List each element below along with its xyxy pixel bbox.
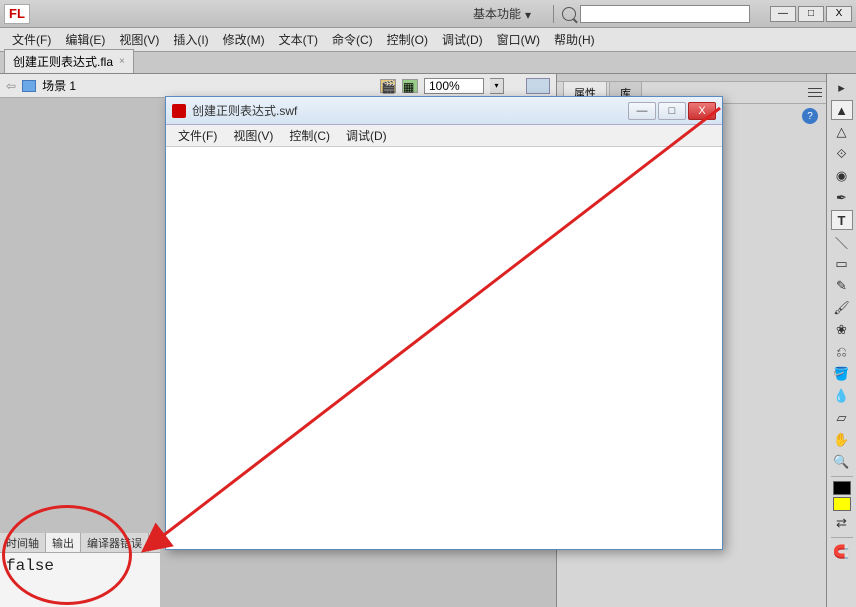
workspace-label: 基本功能 [473, 5, 521, 22]
document-tab[interactable]: 创建正则表达式.fla × [4, 49, 134, 73]
rectangle-tool-icon[interactable]: ▭ [831, 254, 853, 274]
scene-icon [22, 80, 36, 92]
selection-tool-icon[interactable]: ▲ [831, 100, 853, 120]
menu-file[interactable]: 文件(F) [6, 29, 57, 50]
swf-stage [166, 147, 722, 549]
tab-compiler-errors[interactable]: 编译器错误 [81, 533, 149, 552]
menu-debug[interactable]: 调试(D) [436, 29, 489, 50]
chevron-down-icon: ▾ [525, 8, 537, 20]
text-tool-icon[interactable]: T [831, 210, 853, 230]
fill-color-swatch[interactable] [833, 497, 851, 511]
swf-menu-debug[interactable]: 调试(D) [340, 125, 393, 146]
zoom-value: 100% [429, 79, 460, 93]
output-text: false [0, 553, 160, 579]
menu-commands[interactable]: 命令(C) [326, 29, 379, 50]
close-tab-icon[interactable]: × [119, 56, 125, 67]
swf-menu-view[interactable]: 视图(V) [227, 125, 279, 146]
minimize-button[interactable]: — [770, 6, 796, 22]
menu-modify[interactable]: 修改(M) [217, 29, 271, 50]
swap-colors-icon[interactable]: ⇄ [831, 513, 853, 533]
menu-edit[interactable]: 编辑(E) [59, 29, 111, 50]
lasso-tool-icon[interactable]: ◉ [831, 166, 853, 186]
edit-symbols-icon[interactable]: ▦ [402, 79, 418, 93]
menu-text[interactable]: 文本(T) [273, 29, 324, 50]
zoom-dropdown[interactable]: ▾ [490, 78, 504, 94]
snap-icon[interactable]: 🧲 [831, 542, 853, 562]
app-titlebar: FL 基本功能 ▾ — □ X [0, 0, 856, 28]
document-tab-label: 创建正则表达式.fla [13, 53, 113, 70]
swf-player-window[interactable]: 创建正则表达式.swf — □ X 文件(F) 视图(V) 控制(C) 调试(D… [165, 96, 723, 550]
line-tool-icon[interactable]: ＼ [831, 232, 853, 252]
search-input[interactable] [580, 5, 750, 23]
eraser-tool-icon[interactable]: ▱ [831, 408, 853, 428]
menu-help[interactable]: 帮助(H) [548, 29, 601, 50]
workspace-selector[interactable]: 基本功能 ▾ [473, 5, 537, 22]
pen-tool-icon[interactable]: ✒ [831, 188, 853, 208]
swf-menu-control[interactable]: 控制(C) [283, 125, 336, 146]
swf-app-icon [172, 104, 186, 118]
hand-tool-icon[interactable]: ✋ [831, 430, 853, 450]
zoom-tool-icon[interactable]: 🔍 [831, 452, 853, 472]
menu-insert[interactable]: 插入(I) [167, 29, 214, 50]
tab-output[interactable]: 输出 [46, 533, 81, 552]
subselection-tool-icon[interactable]: △ [831, 122, 853, 142]
eyedropper-tool-icon[interactable]: 💧 [831, 386, 853, 406]
search-icon [562, 7, 576, 21]
stroke-color-swatch[interactable] [833, 481, 851, 495]
bone-tool-icon[interactable]: ⎌ [831, 342, 853, 362]
swf-close-button[interactable]: X [688, 102, 716, 120]
toolbox: ▸ ▲ △ ⟐ ◉ ✒ T ＼ ▭ ✎ 🖌 ❀ ⎌ 🪣 💧 ▱ ✋ 🔍 ⇄ 🧲 [826, 74, 856, 607]
close-button[interactable]: X [826, 6, 852, 22]
stage-header: ⇦ 场景 1 🎬 ▦ 100% ▾ [0, 74, 556, 98]
deco-tool-icon[interactable]: ❀ [831, 320, 853, 340]
menu-view[interactable]: 视图(V) [113, 29, 165, 50]
collapse-icon[interactable]: ▸ [831, 78, 853, 98]
panel-menu-icon[interactable] [808, 86, 822, 98]
menu-window[interactable]: 窗口(W) [491, 29, 546, 50]
swf-titlebar[interactable]: 创建正则表达式.swf — □ X [166, 97, 722, 125]
swf-title-text: 创建正则表达式.swf [192, 102, 628, 119]
swf-minimize-button[interactable]: — [628, 102, 656, 120]
back-arrow-icon[interactable]: ⇦ [6, 79, 16, 93]
menu-control[interactable]: 控制(O) [381, 29, 434, 50]
swf-menubar: 文件(F) 视图(V) 控制(C) 调试(D) [166, 125, 722, 147]
help-icon[interactable]: ? [802, 108, 818, 124]
pencil-tool-icon[interactable]: ✎ [831, 276, 853, 296]
edit-scene-icon[interactable]: 🎬 [380, 79, 396, 93]
bottom-panel: 时间轴 输出 编译器错误 false [0, 533, 160, 607]
scene-label: 场景 1 [42, 77, 76, 94]
brush-tool-icon[interactable]: 🖌 [831, 298, 853, 318]
document-tabs: 创建正则表达式.fla × [0, 52, 856, 74]
app-logo: FL [4, 4, 30, 24]
zoom-field[interactable]: 100% [424, 78, 484, 94]
free-transform-tool-icon[interactable]: ⟐ [831, 144, 853, 164]
stage-color-icon[interactable] [526, 78, 550, 94]
swf-maximize-button[interactable]: □ [658, 102, 686, 120]
swf-menu-file[interactable]: 文件(F) [172, 125, 223, 146]
tab-timeline[interactable]: 时间轴 [0, 533, 46, 552]
maximize-button[interactable]: □ [798, 6, 824, 22]
paint-bucket-tool-icon[interactable]: 🪣 [831, 364, 853, 384]
